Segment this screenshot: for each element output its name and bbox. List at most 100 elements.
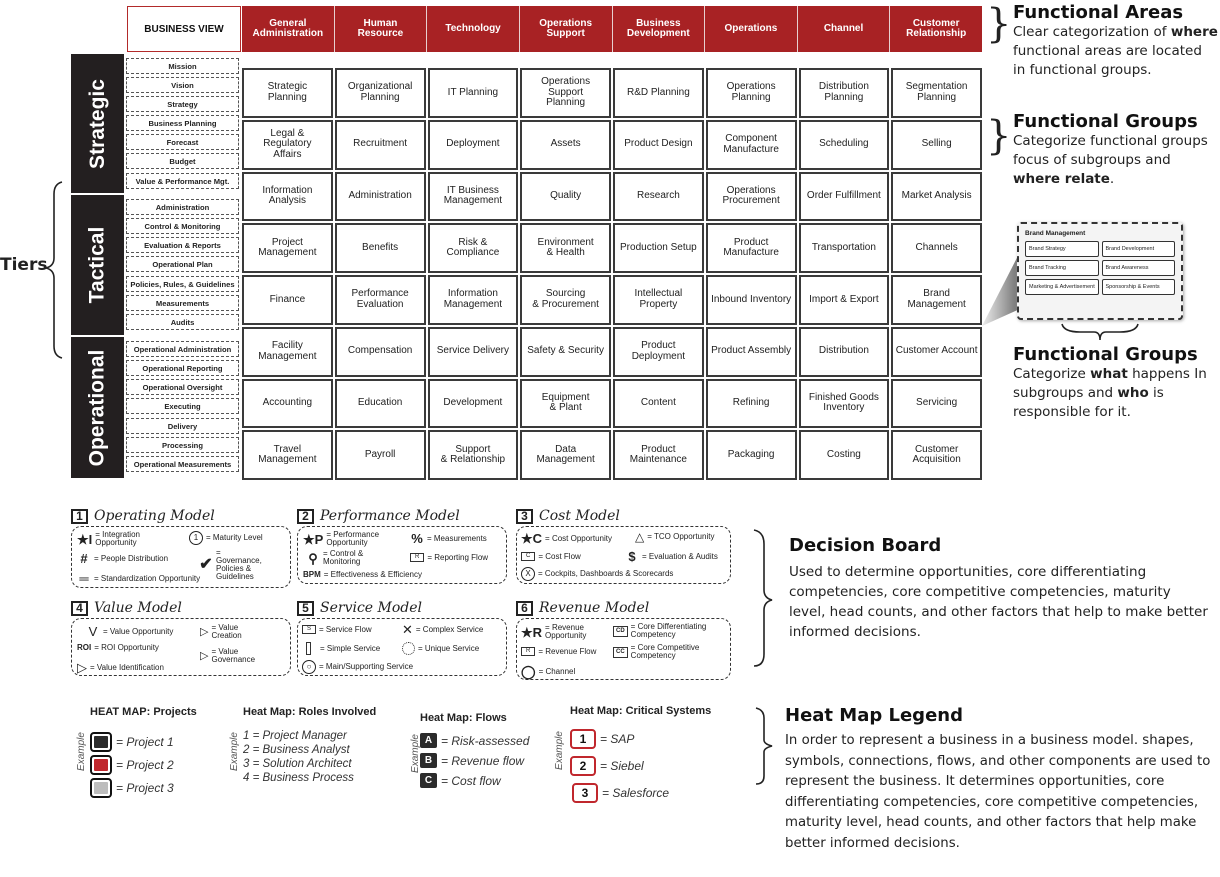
grid-cell[interactable]: Equipment & Plant: [520, 378, 611, 429]
flow-item[interactable]: B = Revenue flow: [420, 753, 529, 768]
grid-cell[interactable]: Research: [613, 171, 704, 222]
group-forecast[interactable]: Forecast: [126, 134, 239, 150]
grid-cell[interactable]: Recruitment: [334, 119, 426, 170]
grid-cell[interactable]: Information Management: [427, 275, 519, 325]
grid-cell[interactable]: IT Planning: [427, 68, 519, 118]
grid-cell[interactable]: Performance Evaluation: [334, 275, 426, 325]
grid-cell[interactable]: Information Analysis: [242, 171, 333, 222]
grid-cell[interactable]: Customer Acquisition: [891, 430, 982, 480]
project-2[interactable]: = Project 2: [90, 755, 197, 775]
grid-cell[interactable]: Service Delivery: [427, 326, 519, 377]
grid-cell[interactable]: Safety & Security: [520, 326, 611, 377]
grid-cell[interactable]: Product Deployment: [613, 326, 704, 377]
grid-cell[interactable]: Travel Management: [242, 430, 333, 480]
critical-item[interactable]: 3 = Salesforce: [572, 783, 711, 803]
grid-cell[interactable]: Facility Management: [242, 326, 333, 377]
grid-cell[interactable]: Distribution: [798, 326, 890, 377]
grid-cell[interactable]: Sourcing & Procurement: [520, 275, 611, 325]
group-audits[interactable]: Audits: [126, 314, 239, 330]
grid-cell[interactable]: Benefits: [334, 223, 426, 273]
grid-cell[interactable]: Accounting: [242, 378, 333, 429]
grid-cell[interactable]: Component Manufacture: [705, 119, 797, 170]
group-budget[interactable]: Budget: [126, 153, 239, 169]
grid-cell[interactable]: IT Business Management: [427, 171, 519, 222]
group-business-planning[interactable]: Business Planning: [126, 115, 239, 131]
grid-cell[interactable]: Intellectual Property: [613, 275, 704, 325]
grid-cell[interactable]: Product Manufacture: [705, 223, 797, 273]
group-operational-administration[interactable]: Operational Administration: [126, 341, 239, 357]
inset-item[interactable]: Sponsorship & Events: [1101, 279, 1175, 295]
grid-cell[interactable]: Assets: [520, 119, 611, 170]
grid-cell[interactable]: Compensation: [334, 326, 426, 377]
group-operational-plan[interactable]: Operational Plan: [126, 256, 239, 272]
grid-cell[interactable]: Education: [334, 378, 426, 429]
grid-cell[interactable]: Operations Support Planning: [520, 68, 611, 118]
group-value-performance[interactable]: Value & Performance Mgt.: [126, 173, 239, 189]
grid-cell[interactable]: Quality: [520, 171, 611, 222]
inset-item[interactable]: Marketing & Advertisement: [1025, 279, 1099, 295]
grid-cell[interactable]: Order Fulfillment: [798, 171, 890, 222]
grid-cell[interactable]: Content: [613, 378, 704, 429]
project-3[interactable]: = Project 3: [90, 778, 197, 798]
grid-cell[interactable]: Market Analysis: [891, 171, 982, 222]
grid-cell[interactable]: Product Assembly: [705, 326, 797, 377]
group-strategy[interactable]: Strategy: [126, 96, 239, 112]
grid-cell[interactable]: Channels: [891, 223, 982, 273]
grid-cell[interactable]: Refining: [705, 378, 797, 429]
tier-operational[interactable]: Operational: [71, 337, 124, 478]
grid-cell[interactable]: Brand Management: [891, 275, 982, 325]
flow-item[interactable]: C = Cost flow: [420, 773, 529, 788]
group-mission[interactable]: Mission: [126, 58, 239, 74]
group-executing[interactable]: Executing: [126, 398, 239, 414]
group-delivery[interactable]: Delivery: [126, 418, 239, 434]
grid-cell[interactable]: Operations Planning: [705, 68, 797, 118]
critical-item[interactable]: 1 = SAP: [570, 729, 711, 749]
grid-cell[interactable]: Distribution Planning: [798, 68, 890, 118]
group-measurements[interactable]: Measurements: [126, 295, 239, 311]
grid-cell[interactable]: Strategic Planning: [242, 68, 333, 118]
grid-cell[interactable]: Product Design: [613, 119, 704, 170]
grid-cell[interactable]: Servicing: [891, 378, 982, 429]
grid-cell[interactable]: Administration: [334, 171, 426, 222]
group-processing[interactable]: Processing: [126, 437, 239, 453]
grid-cell[interactable]: Deployment: [427, 119, 519, 170]
group-vision[interactable]: Vision: [126, 77, 239, 93]
inset-item[interactable]: Brand Tracking: [1025, 260, 1099, 276]
grid-cell[interactable]: Import & Export: [798, 275, 890, 325]
group-evaluation-reports[interactable]: Evaluation & Reports: [126, 237, 239, 253]
grid-cell[interactable]: Data Management: [520, 430, 611, 480]
grid-cell[interactable]: Legal & Regulatory Affairs: [242, 119, 333, 170]
area-operations-support[interactable]: Operations Support: [519, 6, 613, 52]
area-technology[interactable]: Technology: [427, 6, 520, 52]
inset-item[interactable]: Brand Awareness: [1101, 260, 1175, 276]
grid-cell[interactable]: Payroll: [334, 430, 426, 480]
flow-item[interactable]: A = Risk-assessed: [420, 733, 529, 748]
area-channel[interactable]: Channel: [797, 6, 891, 52]
grid-cell[interactable]: Transportation: [798, 223, 890, 273]
area-human-resource[interactable]: Human Resource: [334, 6, 428, 52]
grid-cell[interactable]: Environment & Health: [520, 223, 611, 273]
grid-cell[interactable]: Development: [427, 378, 519, 429]
grid-cell[interactable]: Customer Account: [891, 326, 982, 377]
grid-cell[interactable]: Risk & Compliance: [427, 223, 519, 273]
inset-item[interactable]: Brand Development: [1101, 241, 1175, 257]
grid-cell[interactable]: Finance: [242, 275, 333, 325]
group-operational-oversight[interactable]: Operational Oversight: [126, 379, 239, 395]
tier-strategic[interactable]: Strategic: [71, 54, 124, 193]
grid-cell[interactable]: Costing: [798, 430, 890, 480]
grid-cell[interactable]: Production Setup: [613, 223, 704, 273]
tier-tactical[interactable]: Tactical: [71, 195, 124, 335]
grid-cell[interactable]: Operations Procurement: [705, 171, 797, 222]
group-administration[interactable]: Administration: [126, 199, 239, 215]
grid-cell[interactable]: Support & Relationship: [427, 430, 519, 480]
area-general-administration[interactable]: General Administration: [242, 6, 335, 52]
grid-cell[interactable]: Organizational Planning: [334, 68, 426, 118]
project-1[interactable]: = Project 1: [90, 732, 197, 752]
grid-cell[interactable]: Scheduling: [798, 119, 890, 170]
area-operations[interactable]: Operations: [705, 6, 798, 52]
grid-cell[interactable]: Project Management: [242, 223, 333, 273]
grid-cell[interactable]: Segmentation Planning: [891, 68, 982, 118]
grid-cell[interactable]: R&D Planning: [613, 68, 704, 118]
group-control-monitoring[interactable]: Control & Monitoring: [126, 218, 239, 234]
area-customer-relationship[interactable]: Customer Relationship: [890, 6, 982, 52]
